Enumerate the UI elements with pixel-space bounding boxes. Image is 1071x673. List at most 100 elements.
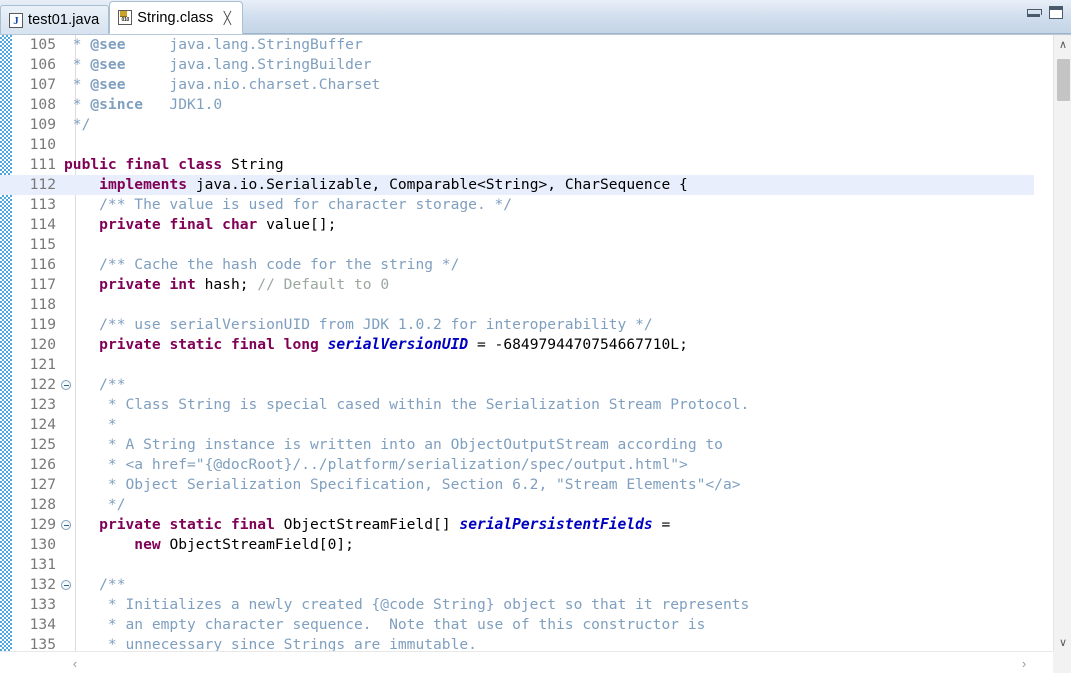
code-line[interactable]: 108 * @since JDK1.0 [0,95,1034,115]
line-number: 107 [29,76,56,93]
code-line[interactable]: 115 [0,235,1034,255]
code-token-plain: java.io.Serializable, Comparable<String>… [187,176,688,193]
code-line[interactable]: 118 [0,295,1034,315]
editor-tab-string-class[interactable]: String.class ╳ [109,1,244,34]
line-number: 132 [29,576,56,593]
line-number: 123 [29,396,56,413]
code-token-jdoc: * Object Serialization Specification, Se… [64,476,741,493]
code-token-kw: public final class [64,156,223,173]
code-line-text: * @see java.lang.StringBuilder [64,55,372,75]
code-line[interactable]: 129 private static final ObjectStreamFie… [0,515,1034,535]
horizontal-scrollbar[interactable]: ‹ › [0,651,1071,673]
code-token-jdoc: * [64,76,91,93]
code-line[interactable]: 117 private int hash; // Default to 0 [0,275,1034,295]
editor-tab-bar: test01.java String.class ╳ [0,0,1071,34]
code-token-kw: private static final [99,516,275,533]
code-line[interactable]: 131 [0,555,1034,575]
code-line-text: * <a href="{@docRoot}/../platform/serial… [64,455,688,475]
code-line[interactable]: 128 */ [0,495,1034,515]
code-token-jdoc: /** [64,376,126,393]
code-line[interactable]: 111 public final class String [0,155,1034,175]
code-line-text: private static final long serialVersionU… [64,335,688,355]
vertical-scrollbar-thumb[interactable] [1057,59,1070,101]
line-number: 131 [29,556,56,573]
code-token-jdoc: java.nio.charset.Charset [125,76,381,93]
code-line[interactable]: 116 /** Cache the hash code for the stri… [0,255,1034,275]
code-token-plain: String [222,156,284,173]
code-line[interactable]: 110 [0,135,1034,155]
code-line-text: /** The value is used for character stor… [64,195,512,215]
eclipse-editor-window: test01.java String.class ╳ 105 * @see java… [0,0,1071,673]
minimize-icon[interactable] [1027,8,1042,17]
code-token-jdoc: JDK1.0 [143,96,223,113]
code-line[interactable]: 126 * <a href="{@docRoot}/../platform/se… [0,455,1034,475]
maximize-icon[interactable] [1049,6,1063,19]
line-number: 115 [29,236,56,253]
scroll-left-arrow-icon[interactable]: ‹ [66,654,84,672]
code-line[interactable]: 133 * Initializes a newly created {@code… [0,595,1034,615]
code-line[interactable]: 105 * @see java.lang.StringBuffer [0,35,1034,55]
code-token-plain: = -6849794470754667710L; [468,336,688,353]
code-token-jdoc: * Class String is special cased within t… [64,396,750,413]
line-number: 129 [29,516,56,533]
code-line[interactable]: 124 * [0,415,1034,435]
code-token-plain: ObjectStreamField[0]; [160,536,354,553]
code-token-jdoc: * [64,416,117,433]
code-token-kw: new [134,536,161,553]
line-number: 125 [29,436,56,453]
code-token-plain: hash; [195,276,258,293]
code-token-jdoc: * an empty character sequence. Note that… [64,616,706,633]
code-token-kw: private int [99,276,196,293]
scroll-down-arrow-icon[interactable]: ∨ [1054,633,1071,651]
code-line-text: * unnecessary since Strings are immutabl… [64,635,477,651]
code-line-text: * @see java.nio.charset.Charset [64,75,381,95]
code-line[interactable]: 119 /** use serialVersionUID from JDK 1.… [0,315,1034,335]
code-line[interactable]: 121 [0,355,1034,375]
scroll-right-arrow-icon[interactable]: › [1015,654,1033,672]
code-line[interactable]: 106 * @see java.lang.StringBuilder [0,55,1034,75]
code-token-plain: ObjectStreamField[] [274,516,460,533]
tab-list: test01.java String.class ╳ [0,0,244,34]
code-line-text: * an empty character sequence. Note that… [64,615,705,635]
code-line[interactable]: 114 private final char value[]; [0,215,1034,235]
line-number: 105 [29,36,56,53]
code-line[interactable]: 112 implements java.io.Serializable, Com… [0,175,1034,195]
scroll-up-arrow-icon[interactable]: ∧ [1054,35,1071,53]
code-line[interactable]: 109 */ [0,115,1034,135]
close-icon[interactable]: ╳ [221,12,233,24]
vertical-scrollbar[interactable]: ∧ ∨ [1053,35,1071,651]
code-token-plain: value[]; [257,216,337,233]
code-token-jdoc: * [64,96,91,113]
code-line-text: public final class String [64,155,284,175]
code-line-text: private final char value[]; [64,215,336,235]
code-line[interactable]: 113 /** The value is used for character … [0,195,1034,215]
editor-tab-test01-java[interactable]: test01.java [0,5,110,34]
code-line-text: /** use serialVersionUID from JDK 1.0.2 … [64,315,653,335]
line-number: 119 [29,316,56,333]
code-line-text: */ [64,115,91,135]
line-number: 106 [29,56,56,73]
code-line[interactable]: 127 * Object Serialization Specification… [0,475,1034,495]
code-line[interactable]: 125 * A String instance is written into … [0,435,1034,455]
source-editor[interactable]: 105 * @see java.lang.StringBuffer 106 * @… [0,34,1071,673]
line-number: 133 [29,596,56,613]
window-controls [1027,6,1063,19]
line-number: 134 [29,616,56,633]
code-line[interactable]: 130 new ObjectStreamField[0]; [0,535,1034,555]
code-line[interactable]: 120 private static final long serialVers… [0,335,1034,355]
line-number: 121 [29,356,56,373]
code-token-jtag: @since [90,96,144,113]
code-line-text: private int hash; // Default to 0 [64,275,389,295]
line-number: 113 [29,196,56,213]
code-line[interactable]: 135 * unnecessary since Strings are immu… [0,635,1034,651]
code-text-area[interactable]: 105 * @see java.lang.StringBuffer 106 * @… [0,35,1034,651]
code-line[interactable]: 132 /** [0,575,1034,595]
code-line[interactable]: 107 * @see java.nio.charset.Charset [0,75,1034,95]
code-line[interactable]: 122 /** [0,375,1034,395]
code-line[interactable]: 134 * an empty character sequence. Note … [0,615,1034,635]
code-token-jtag: @see [90,36,126,53]
code-line[interactable]: 123 * Class String is special cased with… [0,395,1034,415]
